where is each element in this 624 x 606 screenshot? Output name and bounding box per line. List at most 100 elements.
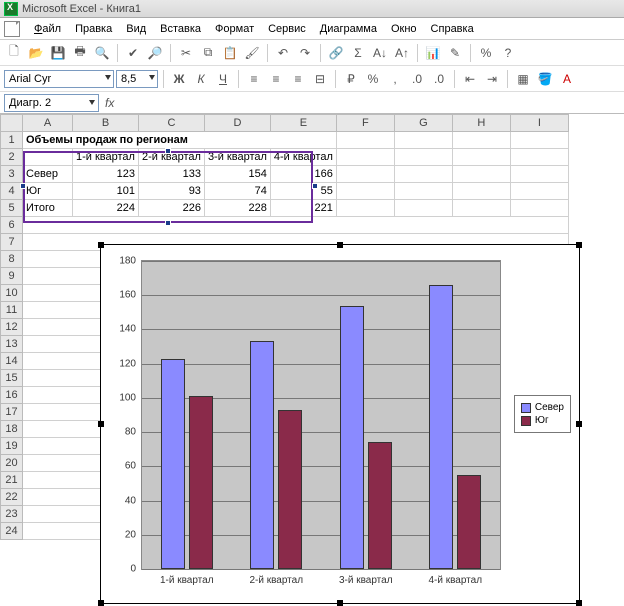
row-header[interactable]: 9 <box>1 268 23 285</box>
row-header[interactable]: 18 <box>1 421 23 438</box>
cell[interactable]: 101 <box>73 183 139 200</box>
cell[interactable]: 133 <box>138 166 204 183</box>
zoom-icon[interactable]: % <box>476 43 496 63</box>
chart-handle[interactable] <box>576 242 582 248</box>
new-icon[interactable]: 🗋 <box>4 43 24 63</box>
cell[interactable] <box>452 149 510 166</box>
help-icon[interactable]: ? <box>498 43 518 63</box>
col-header[interactable]: D <box>204 115 270 132</box>
bold-icon[interactable]: Ж <box>169 69 189 89</box>
row-header[interactable]: 8 <box>1 251 23 268</box>
cut-icon[interactable]: ✂ <box>176 43 196 63</box>
decrease-decimal-icon[interactable]: .0 <box>429 69 449 89</box>
cell[interactable]: 226 <box>138 200 204 217</box>
sort-desc-icon[interactable]: A↑ <box>392 43 412 63</box>
sort-asc-icon[interactable]: A↓ <box>370 43 390 63</box>
chart-wizard-icon[interactable]: 📊 <box>423 43 443 63</box>
row-header[interactable]: 10 <box>1 285 23 302</box>
paste-icon[interactable]: 📋 <box>220 43 240 63</box>
cell[interactable] <box>394 132 452 149</box>
row-header[interactable]: 2 <box>1 149 23 166</box>
cell[interactable]: 2-й квартал <box>138 149 204 166</box>
formula-bar[interactable] <box>120 95 620 111</box>
font-size-selector[interactable]: 8,5 <box>116 70 158 88</box>
cell[interactable] <box>510 200 568 217</box>
fill-color-icon[interactable]: 🪣 <box>535 69 555 89</box>
cell[interactable] <box>452 166 510 183</box>
row-header[interactable]: 5 <box>1 200 23 217</box>
cell[interactable]: 166 <box>270 166 336 183</box>
font-color-icon[interactable]: A <box>557 69 577 89</box>
row-header[interactable]: 3 <box>1 166 23 183</box>
currency-icon[interactable]: ₽ <box>341 69 361 89</box>
fx-icon[interactable]: fx <box>105 96 114 110</box>
chart-handle[interactable] <box>98 600 104 606</box>
spellcheck-icon[interactable]: ✔ <box>123 43 143 63</box>
row-header[interactable]: 23 <box>1 506 23 523</box>
print-icon[interactable]: 🖶 <box>70 43 90 63</box>
menu-diagram[interactable]: Диаграмма <box>314 21 383 37</box>
cell[interactable] <box>510 183 568 200</box>
title-cell[interactable]: Объемы продаж по регионам <box>23 132 337 149</box>
row-header[interactable]: 17 <box>1 404 23 421</box>
col-header[interactable]: G <box>394 115 452 132</box>
cell[interactable] <box>23 217 569 234</box>
cell[interactable] <box>452 183 510 200</box>
cell[interactable]: 1-й квартал <box>73 149 139 166</box>
row-header[interactable]: 1 <box>1 132 23 149</box>
autosum-icon[interactable]: Σ <box>348 43 368 63</box>
row-header[interactable]: 13 <box>1 336 23 353</box>
col-header[interactable]: H <box>452 115 510 132</box>
chart-handle[interactable] <box>337 242 343 248</box>
drawing-icon[interactable]: ✎ <box>445 43 465 63</box>
worksheet-grid[interactable]: A B C D E F G H I 1 Объемы продаж по рег… <box>0 114 624 540</box>
menu-view[interactable]: Вид <box>120 21 152 37</box>
chart-handle[interactable] <box>576 600 582 606</box>
open-icon[interactable]: 📂 <box>26 43 46 63</box>
menu-help[interactable]: Справка <box>425 21 480 37</box>
cell[interactable]: 228 <box>204 200 270 217</box>
cell[interactable] <box>23 149 73 166</box>
align-center-icon[interactable]: ≡ <box>266 69 286 89</box>
row-header[interactable]: 7 <box>1 234 23 251</box>
chart-handle[interactable] <box>98 421 104 427</box>
redo-icon[interactable]: ↷ <box>295 43 315 63</box>
cell[interactable]: 3-й квартал <box>204 149 270 166</box>
cell[interactable] <box>510 149 568 166</box>
cell[interactable]: 154 <box>204 166 270 183</box>
cell[interactable] <box>394 149 452 166</box>
decrease-indent-icon[interactable]: ⇤ <box>460 69 480 89</box>
format-painter-icon[interactable]: 🖌 <box>242 43 262 63</box>
cell[interactable]: 4-й квартал <box>270 149 336 166</box>
cell[interactable]: 55 <box>270 183 336 200</box>
cell[interactable] <box>336 166 394 183</box>
cell[interactable] <box>394 183 452 200</box>
increase-decimal-icon[interactable]: .0 <box>407 69 427 89</box>
percent-icon[interactable]: % <box>363 69 383 89</box>
row-header[interactable]: 15 <box>1 370 23 387</box>
cell[interactable] <box>394 200 452 217</box>
embedded-chart[interactable]: 0204060801001201401601801-й квартал2-й к… <box>100 244 580 604</box>
cell[interactable] <box>510 166 568 183</box>
save-icon[interactable]: 💾 <box>48 43 68 63</box>
undo-icon[interactable]: ↶ <box>273 43 293 63</box>
cell[interactable] <box>336 132 394 149</box>
row-header[interactable]: 24 <box>1 523 23 540</box>
cell[interactable] <box>510 132 568 149</box>
cell[interactable] <box>452 200 510 217</box>
hyperlink-icon[interactable]: 🔗 <box>326 43 346 63</box>
merge-icon[interactable]: ⊟ <box>310 69 330 89</box>
menu-service[interactable]: Сервис <box>262 21 312 37</box>
menu-insert[interactable]: Вставка <box>154 21 207 37</box>
cell[interactable]: 123 <box>73 166 139 183</box>
cell[interactable]: 93 <box>138 183 204 200</box>
col-header[interactable]: C <box>138 115 204 132</box>
cell[interactable] <box>394 166 452 183</box>
chart-handle[interactable] <box>98 242 104 248</box>
row-header[interactable]: 19 <box>1 438 23 455</box>
col-header[interactable]: B <box>73 115 139 132</box>
cell[interactable]: Юг <box>23 183 73 200</box>
col-header[interactable]: F <box>336 115 394 132</box>
row-header[interactable]: 22 <box>1 489 23 506</box>
menu-edit[interactable]: Правка <box>69 21 118 37</box>
